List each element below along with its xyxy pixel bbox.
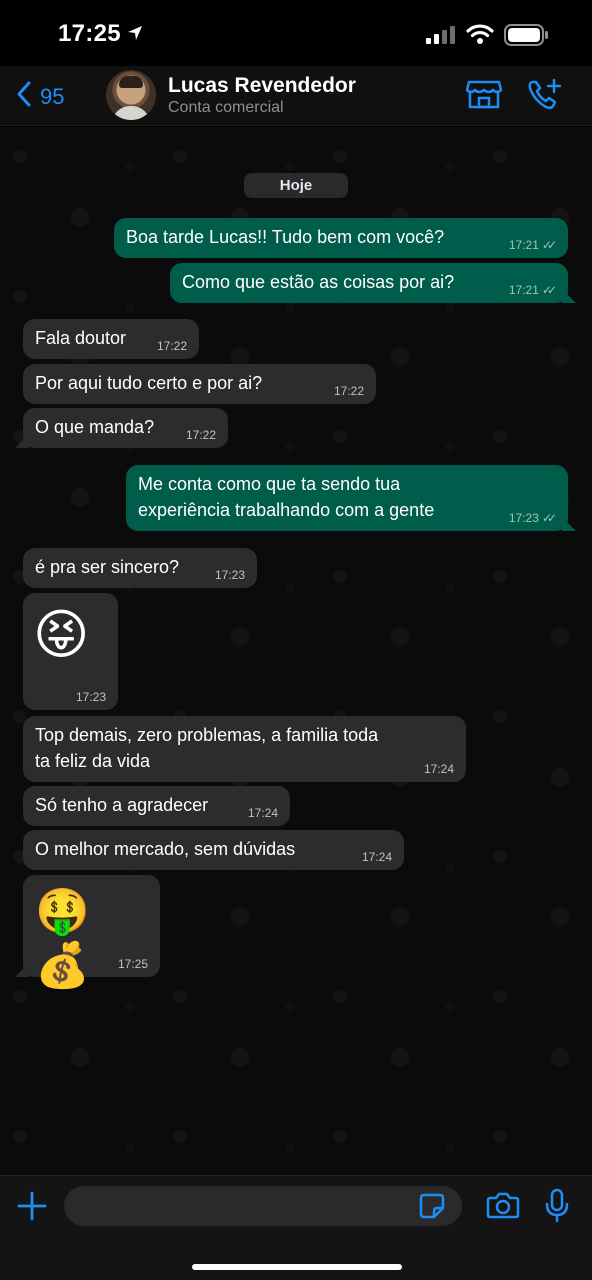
message-text: Me conta como que ta sendo tua experiênc… (138, 474, 435, 520)
message-bubble-incoming[interactable]: O que manda? 17:22 (15, 408, 228, 448)
message-bubble-incoming[interactable]: 🤑 💰 17:25 (15, 875, 160, 990)
sticker-icon[interactable] (418, 1192, 446, 1225)
message-time: 17:23 (508, 511, 539, 525)
composer-bar (0, 1175, 592, 1280)
unread-count: 95 (40, 84, 65, 109)
chat-area[interactable]: Hoje Boa tarde Lucas!! Tudo bem com você… (0, 127, 592, 1175)
store-icon[interactable] (465, 78, 503, 115)
message-bubble-incoming[interactable]: 😝 17:23 (23, 593, 118, 710)
message-time: 17:24 (423, 762, 454, 776)
phone-plus-icon[interactable] (526, 78, 562, 117)
message-bubble-incoming[interactable]: é pra ser sincero? 17:23 (23, 548, 257, 588)
message-input[interactable] (64, 1186, 404, 1226)
message-bubble-incoming[interactable]: Fala doutor 17:22 (23, 319, 199, 359)
message-text: é pra ser sincero? (35, 557, 180, 577)
message-time: 17:21 (508, 238, 539, 252)
message-bubble-outgoing[interactable]: Me conta como que ta sendo tua experiênc… (126, 465, 576, 531)
message-emoji: 😝 (33, 605, 90, 665)
message-emoji: 🤑 💰 (35, 887, 98, 990)
signal-icon (426, 25, 456, 50)
message-text: O que manda? (35, 417, 155, 437)
contact-name[interactable]: Lucas Revendedor (168, 74, 356, 98)
status-bar: 17:25 (0, 0, 592, 66)
wifi-icon (466, 23, 494, 50)
double-check-icon: ✓✓ (541, 283, 557, 297)
date-separator: Hoje (244, 173, 348, 198)
message-time: 17:23 (214, 568, 245, 582)
contact-subtitle: Conta comercial (168, 99, 284, 116)
message-bubble-incoming[interactable]: Top demais, zero problemas, a familia to… (23, 716, 466, 782)
message-time: 17:22 (156, 339, 187, 353)
message-bubble-outgoing[interactable]: Boa tarde Lucas!! Tudo bem com você? 17:… (114, 218, 568, 258)
double-check-icon: ✓✓ (541, 511, 557, 525)
chevron-left-icon (16, 80, 32, 114)
message-time: 17:22 (185, 428, 216, 442)
double-check-icon: ✓✓ (541, 238, 557, 252)
plus-icon[interactable] (16, 1190, 48, 1227)
avatar[interactable] (106, 70, 156, 120)
message-time: 17:24 (247, 806, 278, 820)
back-button[interactable]: 95 (16, 80, 64, 114)
message-text: Fala doutor (35, 328, 127, 348)
message-bubble-incoming[interactable]: Só tenho a agradecer 17:24 (23, 786, 290, 826)
message-bubble-incoming[interactable]: O melhor mercado, sem dúvidas 17:24 (23, 830, 404, 870)
message-time: 17:23 (75, 690, 106, 704)
message-bubble-outgoing[interactable]: Como que estão as coisas por ai? 17:21 ✓✓ (170, 263, 576, 303)
message-text: Só tenho a agradecer (35, 795, 209, 815)
status-time: 17:25 (58, 20, 121, 47)
message-bubble-incoming[interactable]: Por aqui tudo certo e por ai? 17:22 (23, 364, 376, 404)
message-text: Por aqui tudo certo e por ai? (35, 373, 263, 393)
camera-icon[interactable] (486, 1190, 520, 1225)
location-arrow-icon (126, 24, 144, 47)
message-text: Como que estão as coisas por ai? (182, 272, 455, 292)
message-time: 17:24 (361, 850, 392, 864)
chat-header: 95 Lucas Revendedor Conta comercial (0, 66, 592, 126)
message-time: 17:25 (117, 957, 148, 971)
message-text: Top demais, zero problemas, a familia to… (35, 725, 379, 771)
battery-icon (504, 24, 550, 51)
home-indicator (192, 1264, 402, 1270)
message-time: 17:21 (508, 283, 539, 297)
message-time: 17:22 (333, 384, 364, 398)
mic-icon[interactable] (544, 1188, 570, 1229)
message-text: Boa tarde Lucas!! Tudo bem com você? (126, 227, 445, 247)
message-input-container (64, 1186, 462, 1226)
message-text: O melhor mercado, sem dúvidas (35, 839, 296, 859)
